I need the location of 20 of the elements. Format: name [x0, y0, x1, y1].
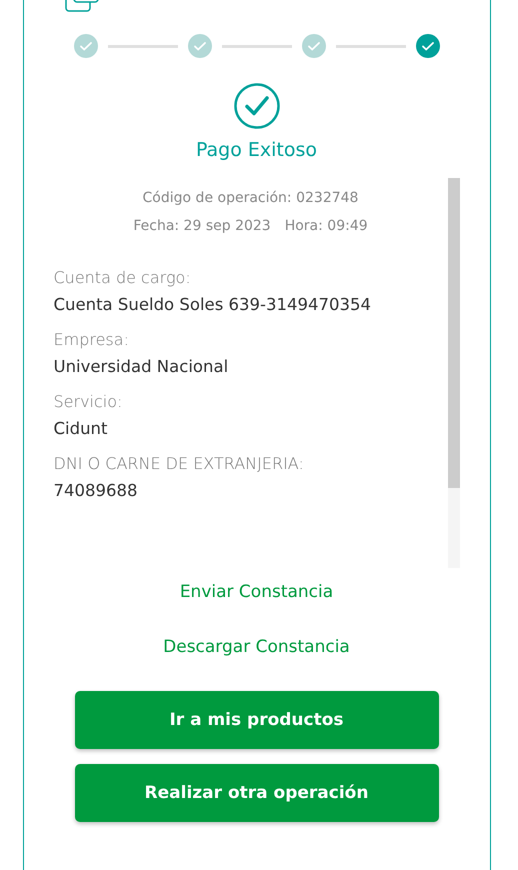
- field-label: Cuenta de cargo:: [54, 268, 192, 287]
- field-label: Servicio:: [54, 392, 124, 411]
- constancia-link[interactable]: Enviar Constancia: [180, 582, 334, 602]
- constancia-link[interactable]: Descargar Constancia: [163, 637, 350, 657]
- action-button[interactable]: Ir a mis productos: [74, 691, 438, 749]
- cards-icon: [64, 0, 100, 12]
- field-value: Cuenta Sueldo Soles 639-3149470354: [54, 295, 372, 314]
- field-value: Cidunt: [54, 419, 108, 438]
- success-check-icon: [234, 83, 280, 129]
- operation-code: Código de operación: 0232748: [142, 190, 360, 206]
- action-button[interactable]: Realizar otra operación: [74, 764, 438, 822]
- time-text: Hora: 09:49: [284, 218, 368, 234]
- date-text: Fecha: 29 sep 2023: [133, 218, 271, 234]
- field-value: 74089688: [54, 481, 138, 500]
- field-label: DNI O CARNE DE EXTRANJERIA:: [54, 454, 305, 473]
- scrollbar-track[interactable]: [448, 178, 460, 568]
- field-value: Universidad Nacional: [54, 357, 230, 376]
- status-title: Pago Exitoso: [196, 139, 318, 161]
- field-label: Empresa:: [54, 330, 130, 349]
- scrollbar-thumb[interactable]: [448, 178, 460, 488]
